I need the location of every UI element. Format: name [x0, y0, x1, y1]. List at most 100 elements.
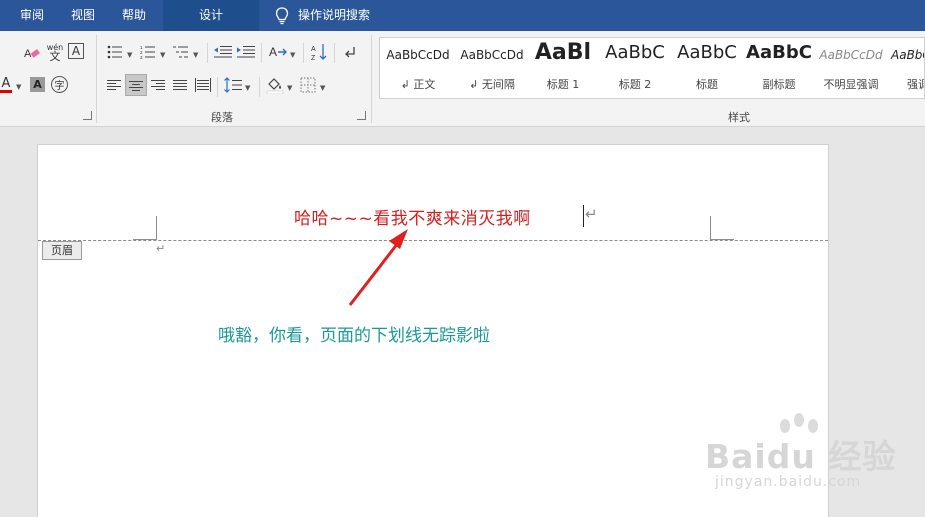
- style-name: 副标题: [762, 78, 796, 91]
- style-subtle-emphasis[interactable]: AaBbCcDd 不明显强调: [815, 38, 887, 98]
- lightbulb-icon: [275, 7, 289, 25]
- tell-me-label: 操作说明搜索: [298, 8, 371, 22]
- style-name: ↲ 无间隔: [469, 78, 515, 91]
- ribbon: A wén 文 A A ▼ A 字 ▼ 1 2 3 ▼ ▼ A ▼ A Z ▼ …: [0, 31, 925, 127]
- phonetic-bottom: 文: [49, 50, 61, 63]
- multilevel-list-icon: [173, 46, 188, 58]
- character-border-button[interactable]: A: [68, 43, 84, 59]
- inline-separator: [207, 43, 208, 63]
- phonetic-guide-button[interactable]: wén 文: [44, 42, 66, 62]
- style-preview: AaBbC: [746, 42, 812, 63]
- font-color-swatch: [0, 90, 12, 93]
- font-color-dropdown-icon[interactable]: ▼: [16, 83, 21, 91]
- style-preview: AaBbCcDd: [386, 48, 450, 62]
- style-subtitle[interactable]: AaBbC 副标题: [743, 38, 815, 98]
- character-border-glyph: A: [71, 44, 81, 58]
- style-preview: AaBbCcDd: [460, 48, 524, 62]
- tab-help[interactable]: 帮助: [108, 0, 160, 31]
- style-name: 不明显强调: [823, 78, 879, 91]
- chinese-layout-dropdown-icon[interactable]: ▼: [290, 51, 295, 59]
- paint-bucket-icon: [266, 78, 284, 94]
- increase-indent-icon: [237, 46, 255, 58]
- line-spacing-dropdown-icon[interactable]: ▼: [245, 84, 250, 92]
- svg-text:3: 3: [140, 55, 143, 59]
- decrease-indent-button[interactable]: [213, 42, 233, 62]
- group-separator: [371, 35, 372, 123]
- bullets-button[interactable]: [105, 42, 125, 62]
- watermark-main: Baidu 经验: [705, 437, 897, 476]
- svg-text:A: A: [24, 48, 32, 60]
- chinese-layout-button[interactable]: A: [268, 42, 288, 62]
- style-preview: AaBl: [534, 40, 592, 65]
- distributed-icon: [195, 78, 211, 92]
- multilevel-list-button[interactable]: [171, 42, 191, 62]
- style-emphasis[interactable]: AaBbCcDd 强调: [887, 38, 924, 98]
- decrease-indent-icon: [214, 46, 232, 58]
- sort-button[interactable]: A Z: [309, 42, 329, 62]
- style-heading-1[interactable]: AaBl 标题 1: [527, 38, 599, 98]
- inline-separator: [303, 43, 304, 63]
- tell-me-search[interactable]: 操作说明搜索: [270, 0, 370, 31]
- multilevel-dropdown-icon[interactable]: ▼: [193, 51, 198, 59]
- paragraph-dialog-launcher[interactable]: [357, 111, 366, 120]
- bullets-dropdown-icon[interactable]: ▼: [127, 51, 132, 59]
- ribbon-tab-bar: 审阅 视图 帮助 设计 操作说明搜索: [0, 0, 925, 31]
- font-dialog-launcher[interactable]: [83, 111, 92, 120]
- borders-button[interactable]: [298, 75, 318, 95]
- shading-button[interactable]: [265, 75, 285, 95]
- style-name: 标题 1: [546, 78, 580, 91]
- numbering-button[interactable]: 1 2 3: [138, 42, 158, 62]
- style-normal[interactable]: AaBbCcDd ↲ 正文: [382, 38, 454, 98]
- styles-group-label: 样式: [728, 111, 750, 124]
- align-center-button[interactable]: [125, 74, 147, 96]
- show-formatting-marks-button[interactable]: [340, 42, 360, 62]
- style-preview: AaBbCcDd: [891, 48, 924, 62]
- style-heading-2[interactable]: AaBbC 标题 2: [599, 38, 671, 98]
- line-spacing-button[interactable]: [223, 75, 243, 95]
- increase-indent-button[interactable]: [236, 42, 256, 62]
- inline-separator: [334, 43, 335, 63]
- svg-text:Z: Z: [311, 55, 316, 61]
- watermark-sub: jingyan.baidu.com: [715, 474, 862, 490]
- line-spacing-icon: [224, 77, 242, 93]
- style-name: 强调: [907, 78, 924, 91]
- paragraph-group-label: 段落: [211, 111, 233, 124]
- character-shading-button[interactable]: A: [30, 77, 45, 92]
- style-no-spacing[interactable]: AaBbCcDd ↲ 无间隔: [456, 38, 528, 98]
- paragraph-mark-icon: [345, 47, 355, 58]
- shading-dropdown-icon[interactable]: ▼: [287, 84, 292, 92]
- inline-separator: [259, 77, 260, 97]
- style-name: 标题: [696, 78, 718, 91]
- style-preview: AaBbC: [605, 42, 665, 63]
- character-shading-glyph: A: [33, 78, 42, 91]
- watermark: Baidu 经验 jingyan.baidu.com: [705, 412, 905, 502]
- borders-dropdown-icon[interactable]: ▼: [320, 84, 325, 92]
- style-name: 标题 2: [618, 78, 652, 91]
- annotation-text: 哦豁，你看，页面的下划线无踪影啦: [218, 326, 490, 346]
- sort-icon: A Z: [311, 44, 327, 61]
- svg-text:A: A: [269, 45, 277, 59]
- align-left-button[interactable]: [105, 75, 125, 95]
- inline-separator: [261, 43, 262, 63]
- inline-separator: [217, 77, 218, 97]
- numbering-icon: 1 2 3: [140, 45, 155, 59]
- justify-button[interactable]: [171, 75, 191, 95]
- style-title[interactable]: AaBbC 标题: [671, 38, 743, 98]
- font-color-glyph: A: [1, 76, 11, 91]
- distributed-button[interactable]: [193, 75, 213, 95]
- styles-gallery: AaBbCcDd ↲ 正文 AaBbCcDd ↲ 无间隔 AaBl 标题 1 A…: [379, 37, 925, 99]
- style-preview: AaBbCcDd: [819, 48, 883, 62]
- tab-view[interactable]: 视图: [56, 0, 110, 31]
- numbering-dropdown-icon[interactable]: ▼: [160, 51, 165, 59]
- font-color-button[interactable]: A: [0, 75, 16, 95]
- enclose-characters-button[interactable]: 字: [51, 76, 68, 93]
- chinese-layout-icon: A: [269, 45, 287, 59]
- group-separator: [96, 35, 97, 123]
- clear-formatting-button[interactable]: A: [22, 43, 42, 63]
- bullets-icon: [107, 45, 122, 59]
- style-preview: AaBbC: [677, 42, 737, 63]
- svg-text:A: A: [311, 46, 316, 53]
- tab-design[interactable]: 设计: [163, 0, 259, 31]
- align-right-button[interactable]: [149, 75, 169, 95]
- tab-review[interactable]: 审阅: [4, 0, 60, 31]
